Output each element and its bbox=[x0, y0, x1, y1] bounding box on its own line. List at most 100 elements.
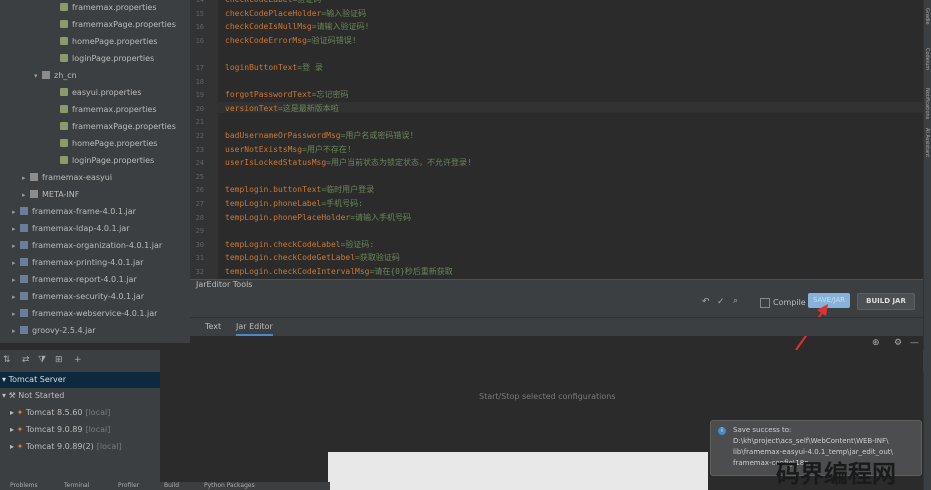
tree-item[interactable]: framemax.properties bbox=[52, 0, 157, 16]
tree-item[interactable]: loginPage.properties bbox=[52, 152, 154, 169]
code-line[interactable]: checkCodeLabel=验证码 bbox=[225, 0, 321, 5]
search-icon[interactable]: ⌕ bbox=[733, 296, 738, 306]
server-name: Tomcat 8.5.60 bbox=[25, 408, 83, 417]
code-line[interactable]: versionText=这是最新版本啦 bbox=[225, 103, 339, 114]
side-tool-label[interactable]: Notifications bbox=[924, 88, 930, 119]
tree-item[interactable]: ▸ framemax-security-4.0.1.jar bbox=[12, 288, 144, 305]
build-jar-button[interactable]: BUILD JAR bbox=[857, 293, 915, 310]
overlay-panel bbox=[328, 452, 708, 490]
code-line[interactable]: templogin.buttonText=临时用户登录 bbox=[225, 184, 374, 195]
editor[interactable]: checkCodeLabel=验证码 checkCodePlaceHolder=输… bbox=[218, 0, 923, 280]
new-group-icon[interactable]: ⊞ bbox=[55, 355, 63, 365]
property-key: tempLogin.checkCodeLabel bbox=[225, 239, 341, 249]
tree-item[interactable]: ▸ META-INF bbox=[22, 186, 79, 203]
code-line[interactable]: userIsLockedStatusMsg=用户当前状态为锁定状态，不允许登录! bbox=[225, 157, 472, 168]
terminal-tab[interactable]: Terminal bbox=[64, 482, 89, 489]
chevron-right-icon[interactable]: ▸ bbox=[12, 323, 20, 340]
property-key: forgotPasswordText bbox=[225, 90, 312, 100]
property-value: =请在{0}秒后重新获取 bbox=[369, 267, 453, 276]
code-line[interactable]: checkCodeIsNullMsg=请输入验证码! bbox=[225, 21, 369, 32]
code-line[interactable]: tempLogin.checkCodeGetLabel=获取验证码 bbox=[225, 252, 400, 263]
globe-icon[interactable]: ⊕ bbox=[872, 338, 880, 348]
server-item[interactable]: ▸ ✦ Tomcat 9.0.89(2) [local] bbox=[0, 439, 160, 455]
build-tab[interactable]: Build bbox=[164, 482, 179, 489]
jar-icon bbox=[20, 275, 28, 283]
server-item[interactable]: ▸ ✦ Tomcat 8.5.60 [local] bbox=[0, 405, 160, 421]
tree-item-label: framemax-ldap-4.0.1.jar bbox=[32, 224, 130, 233]
tree-item[interactable]: ▸ framemax-printing-4.0.1.jar bbox=[12, 254, 143, 271]
tree-item[interactable]: framemaxPage.properties bbox=[52, 118, 176, 135]
notification-title: Save success to: bbox=[733, 426, 792, 434]
profiler-tab[interactable]: Profiler bbox=[118, 482, 139, 489]
property-value: =请输入手机号码 bbox=[350, 212, 412, 222]
editor-tabs: Text Jar Editor bbox=[190, 317, 923, 336]
tree-item-label: framemax-organization-4.0.1.jar bbox=[32, 241, 163, 250]
services-tree: ▾ Tomcat Server ▾ ⚒ Not Started ▸ ✦ Tomc… bbox=[0, 372, 160, 490]
property-key: checkCodePlaceHolder bbox=[225, 8, 322, 18]
tree-item[interactable]: homePage.properties bbox=[52, 135, 157, 152]
tab-jar-editor[interactable]: Jar Editor bbox=[236, 318, 273, 336]
expand-all-icon[interactable]: ⇅ bbox=[3, 355, 11, 365]
tree-item[interactable]: ▸ framemax-easyui bbox=[22, 169, 112, 186]
tree-item[interactable]: ▸ framemax-frame-4.0.1.jar bbox=[12, 203, 136, 220]
minimize-icon[interactable]: — bbox=[910, 338, 919, 348]
code-line[interactable]: tempLogin.phonePlaceHolder=请输入手机号码 bbox=[225, 212, 411, 223]
tomcat-icon: ✦ bbox=[16, 442, 26, 451]
tree-item[interactable]: ▸ groovy-2.5.4.jar bbox=[12, 322, 96, 339]
code-line[interactable]: loginButtonText=登 录 bbox=[225, 62, 323, 73]
chevron-right-icon[interactable]: ▸ bbox=[12, 221, 20, 238]
tree-item[interactable]: loginPage.properties bbox=[52, 50, 154, 67]
side-tool-label[interactable]: Codeium bbox=[924, 48, 930, 70]
tree-item[interactable]: ▸ framemax-organization-4.0.1.jar bbox=[12, 237, 162, 254]
problems-tab[interactable]: Problems bbox=[10, 482, 38, 489]
chevron-right-icon[interactable]: ▸ bbox=[12, 204, 20, 221]
tree-item[interactable]: ▸ framemax-report-4.0.1.jar bbox=[12, 271, 137, 288]
chevron-right-icon[interactable]: ▸ bbox=[12, 306, 20, 323]
properties-file-icon bbox=[60, 20, 68, 28]
chevron-right-icon[interactable]: ▸ bbox=[22, 187, 30, 204]
chevron-right-icon[interactable]: ▸ bbox=[22, 170, 30, 187]
tree-item-label: easyui.properties bbox=[72, 88, 142, 97]
code-line[interactable]: forgotPasswordText=忘记密码 bbox=[225, 89, 349, 100]
properties-file-icon bbox=[60, 105, 68, 113]
python-packages-tab[interactable]: Python Packages bbox=[204, 482, 255, 489]
pin-icon[interactable]: ✓ bbox=[717, 297, 725, 307]
add-icon[interactable]: + bbox=[74, 355, 82, 365]
code-line[interactable]: tempLogin.checkCodeIntervalMsg=请在{0}秒后重新… bbox=[225, 266, 453, 277]
tree-item[interactable]: ▸ framemax-ldap-4.0.1.jar bbox=[12, 220, 130, 237]
chevron-right-icon[interactable]: ▸ bbox=[12, 255, 20, 272]
compile-checkbox[interactable] bbox=[760, 298, 770, 308]
server-item[interactable]: ▸ ✦ Tomcat 9.0.89 [local] bbox=[0, 422, 160, 438]
code-line[interactable]: checkCodePlaceHolder=输入验证码 bbox=[225, 8, 366, 19]
gear-icon[interactable]: ⚙ bbox=[894, 338, 902, 348]
tree-item[interactable]: framemax.properties bbox=[52, 101, 157, 118]
tree-item[interactable]: easyui.properties bbox=[52, 84, 141, 101]
property-value: =这是最新版本啦 bbox=[277, 103, 339, 113]
side-tool-label[interactable]: AI Assistant bbox=[924, 128, 930, 157]
tree-item[interactable]: homePage.properties bbox=[52, 33, 157, 50]
collapse-all-icon[interactable]: ⇄ bbox=[22, 355, 30, 365]
undo-icon[interactable]: ↶ bbox=[702, 297, 710, 307]
filter-icon[interactable]: ⧩ bbox=[38, 355, 46, 365]
chevron-right-icon[interactable]: ▸ bbox=[12, 238, 20, 255]
jar-icon bbox=[20, 309, 28, 317]
tree-item[interactable]: ▸ framemax-webservice-4.0.1.jar bbox=[12, 305, 157, 322]
bottom-toolbar: Problems Terminal Profiler Build Python … bbox=[0, 482, 330, 490]
code-line[interactable]: badUsernameOrPasswordMsg=用户名或密码错误! bbox=[225, 130, 414, 141]
tab-text[interactable]: Text bbox=[205, 318, 221, 336]
code-line[interactable]: userNotExistsMsg=用户不存在! bbox=[225, 144, 352, 155]
chevron-right-icon[interactable]: ▸ bbox=[12, 272, 20, 289]
code-line[interactable]: tempLogin.phoneLabel=手机号码: bbox=[225, 198, 363, 209]
code-line[interactable]: tempLogin.checkCodeLabel=验证码: bbox=[225, 239, 374, 250]
line-number: 29 bbox=[195, 227, 204, 236]
chevron-right-icon[interactable]: ▸ bbox=[12, 289, 20, 306]
tomcat-server-node[interactable]: ▾ Tomcat Server bbox=[0, 372, 160, 388]
property-key: checkCodeIsNullMsg bbox=[225, 22, 312, 32]
tree-item[interactable]: framemaxPage.properties bbox=[52, 16, 176, 33]
chevron-down-icon[interactable]: ▾ bbox=[34, 68, 42, 85]
side-tool-label[interactable]: Gradle bbox=[924, 8, 930, 25]
tree-item[interactable]: ▾ zh_cn bbox=[34, 67, 77, 84]
code-line[interactable]: checkCodeErrorMsg=验证码错误! bbox=[225, 35, 357, 46]
tomcat-icon: ✦ bbox=[16, 408, 26, 417]
not-started-node[interactable]: ▾ ⚒ Not Started bbox=[0, 388, 160, 404]
